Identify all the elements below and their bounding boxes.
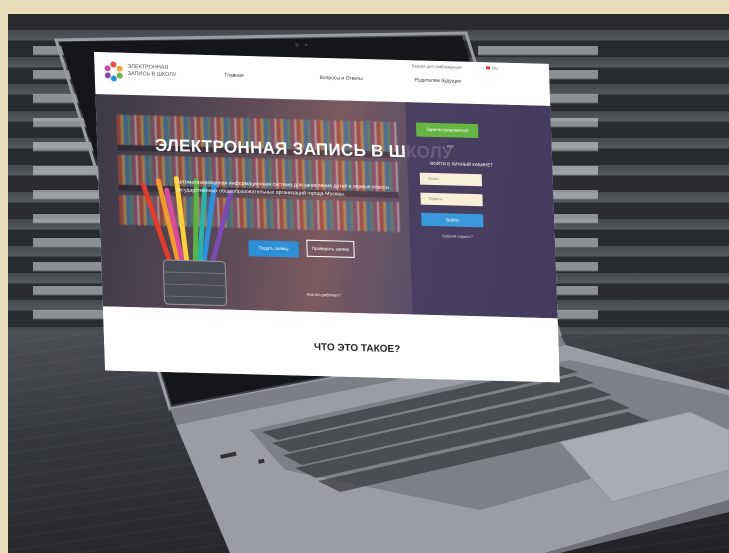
logo-text: ЭЛЕКТРОННАЯ ЗАПИСЬ В ШКОЛУ bbox=[127, 63, 177, 79]
register-button[interactable]: Зарегистрироваться bbox=[415, 122, 479, 139]
nav-link-parents[interactable]: Родителям будущих bbox=[414, 77, 461, 84]
password-placeholder: Пароль bbox=[428, 195, 443, 202]
accessibility-link[interactable]: Версия для слабовидящих bbox=[412, 63, 462, 69]
section-title: ЧТО ЭТО ТАКОЕ? bbox=[313, 341, 401, 356]
sensor-icon bbox=[304, 43, 308, 47]
camera-icon bbox=[295, 43, 299, 47]
about-section: ЧТО ЭТО ТАКОЕ? bbox=[102, 306, 560, 383]
login-field[interactable]: Логин bbox=[419, 172, 483, 187]
language-switch[interactable]: RU bbox=[485, 65, 498, 71]
check-application-button[interactable]: Проверить заявку bbox=[306, 239, 355, 258]
forgot-password-link[interactable]: Забыли пароль? bbox=[442, 233, 473, 239]
flag-icon bbox=[485, 66, 491, 70]
submit-application-button[interactable]: Подать заявку bbox=[248, 240, 299, 258]
laptop-screen: ЭЛЕКТРОННАЯ ЗАПИСЬ В ШКОЛУ Главная Вопро… bbox=[94, 52, 560, 383]
how-it-works-link[interactable]: Как это работает? bbox=[307, 292, 341, 298]
nav-link-home[interactable]: Главная bbox=[225, 72, 244, 79]
or-text: или bbox=[446, 143, 454, 149]
password-field[interactable]: Пароль bbox=[420, 192, 483, 207]
logo-icon bbox=[104, 61, 123, 82]
login-button[interactable]: Войти bbox=[421, 212, 484, 228]
language-label: RU bbox=[491, 65, 498, 71]
login-placeholder: Логин bbox=[427, 175, 439, 182]
nav-link-faq[interactable]: Вопросы и Ответы bbox=[319, 75, 363, 82]
